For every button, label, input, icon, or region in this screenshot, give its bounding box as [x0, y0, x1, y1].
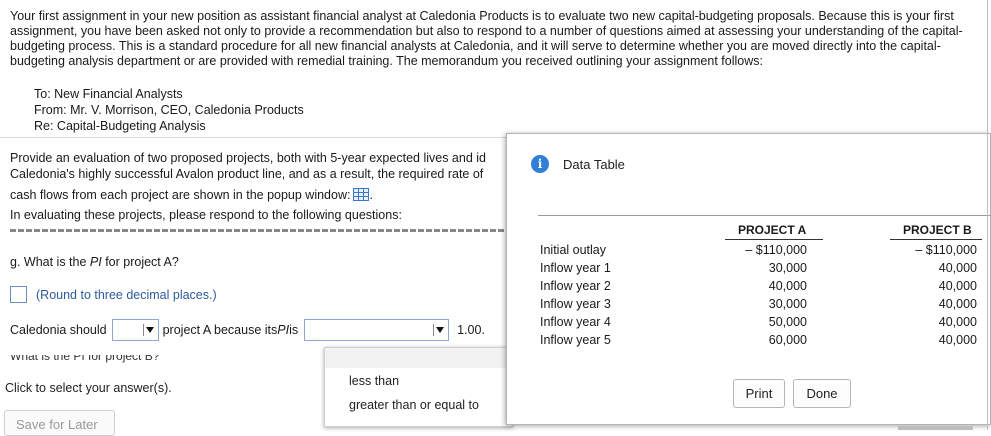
sentence-part4: 1.00.	[457, 323, 485, 337]
row-label: Inflow year 4	[540, 315, 611, 329]
answer-row: (Round to three decimal places.)	[10, 286, 217, 303]
sentence-part2: project A because its	[162, 323, 278, 337]
option-greater-or-equal[interactable]: greater than or equal to	[325, 392, 512, 419]
row-value-b: 40,000	[938, 261, 977, 275]
grid-table-icon[interactable]	[353, 188, 370, 201]
table-row: Inflow year 2 40,000 40,000	[540, 279, 980, 297]
dropdown-blank-option[interactable]	[325, 348, 512, 368]
header-underline-b	[890, 239, 982, 240]
col-header-project-a: PROJECT A	[738, 223, 807, 237]
row-value-b: 40,000	[938, 315, 977, 329]
next-question-text: What is the PI for project B?	[10, 355, 160, 363]
body-line-1: Provide an evaluation of two proposed pr…	[10, 151, 486, 165]
row-value-a: – $110,000	[745, 243, 807, 257]
save-for-later-button[interactable]: Save for Later	[4, 410, 115, 436]
chevron-down-icon	[142, 324, 155, 336]
row-label: Initial outlay	[540, 243, 607, 257]
row-value-a: 30,000	[768, 297, 807, 311]
body-line-3-end: .	[369, 188, 373, 202]
answer-input[interactable]	[10, 286, 27, 303]
table-row: Inflow year 5 60,000 40,000	[540, 333, 980, 351]
chevron-down-icon	[433, 324, 445, 336]
table-row: Inflow year 3 30,000 40,000	[540, 297, 980, 315]
question-g: g. What is the PI for project A?	[10, 255, 179, 269]
row-value-a: 30,000	[768, 261, 807, 275]
data-table-popup: i Data Table PROJECT A PROJECT B Initial…	[506, 133, 991, 425]
row-label: Inflow year 5	[540, 333, 611, 347]
row-value-b: – $110,000	[915, 243, 977, 257]
sentence-pi: PI	[277, 323, 290, 337]
row-label: Inflow year 3	[540, 297, 611, 311]
next-question-partial: What is the PI for project B?	[10, 355, 159, 363]
part-divider	[10, 229, 506, 232]
window-edge	[987, 0, 988, 430]
header-underline-a	[725, 239, 823, 240]
round-hint: (Round to three decimal places.)	[36, 287, 217, 302]
sentence-part1: Caledonia should	[10, 323, 107, 337]
body-line-3-text: cash flows from each project are shown i…	[10, 188, 351, 202]
question-prefix: g. What is the	[10, 255, 90, 269]
row-value-a: 40,000	[768, 279, 807, 293]
table-row: Inflow year 4 50,000 40,000	[540, 315, 980, 333]
memo-re: Re: Capital-Budgeting Analysis	[34, 119, 206, 133]
intro-paragraph: Your first assignment in your new positi…	[10, 9, 963, 68]
option-less-than[interactable]: less than	[325, 368, 512, 392]
body-line-4: In evaluating these projects, please res…	[10, 208, 402, 222]
decision-select[interactable]	[111, 319, 159, 341]
question-pi: PI	[89, 255, 102, 269]
popup-divider	[538, 215, 991, 216]
row-value-b: 40,000	[938, 333, 977, 347]
click-select-instruction: Click to select your answer(s).	[5, 381, 172, 395]
col-header-project-b: PROJECT B	[903, 223, 972, 237]
row-label: Inflow year 1	[540, 261, 611, 275]
scrollbar-thumb[interactable]	[898, 426, 973, 430]
print-button[interactable]: Print	[733, 379, 785, 408]
info-icon: i	[531, 155, 549, 173]
done-button[interactable]: Done	[793, 379, 851, 408]
table-row: Initial outlay – $110,000 – $110,000	[540, 243, 980, 261]
row-value-a: 60,000	[768, 333, 807, 347]
sentence-part3: is	[289, 323, 299, 337]
decision-sentence: Caledonia should project A because its P…	[10, 319, 485, 341]
row-value-b: 40,000	[938, 297, 977, 311]
comparison-dropdown-menu: less than greater than or equal to	[324, 347, 513, 427]
comparison-select[interactable]	[304, 319, 450, 341]
memo-block: To: New Financial Analysts From: Mr. V. …	[34, 86, 304, 134]
row-value-b: 40,000	[938, 279, 977, 293]
body-line-2: Caledonia's highly successful Avalon pro…	[10, 167, 484, 181]
question-suffix: for project A?	[101, 255, 179, 269]
popup-title: Data Table	[563, 156, 625, 172]
memo-to: To: New Financial Analysts	[34, 87, 183, 101]
memo-from: From: Mr. V. Morrison, CEO, Caledonia Pr…	[34, 103, 304, 117]
row-value-a: 50,000	[768, 315, 807, 329]
row-label: Inflow year 2	[540, 279, 611, 293]
table-row: Inflow year 1 30,000 40,000	[540, 261, 980, 279]
body-line-3: cash flows from each project are shown i…	[10, 187, 373, 203]
popup-header: i Data Table	[531, 155, 625, 173]
